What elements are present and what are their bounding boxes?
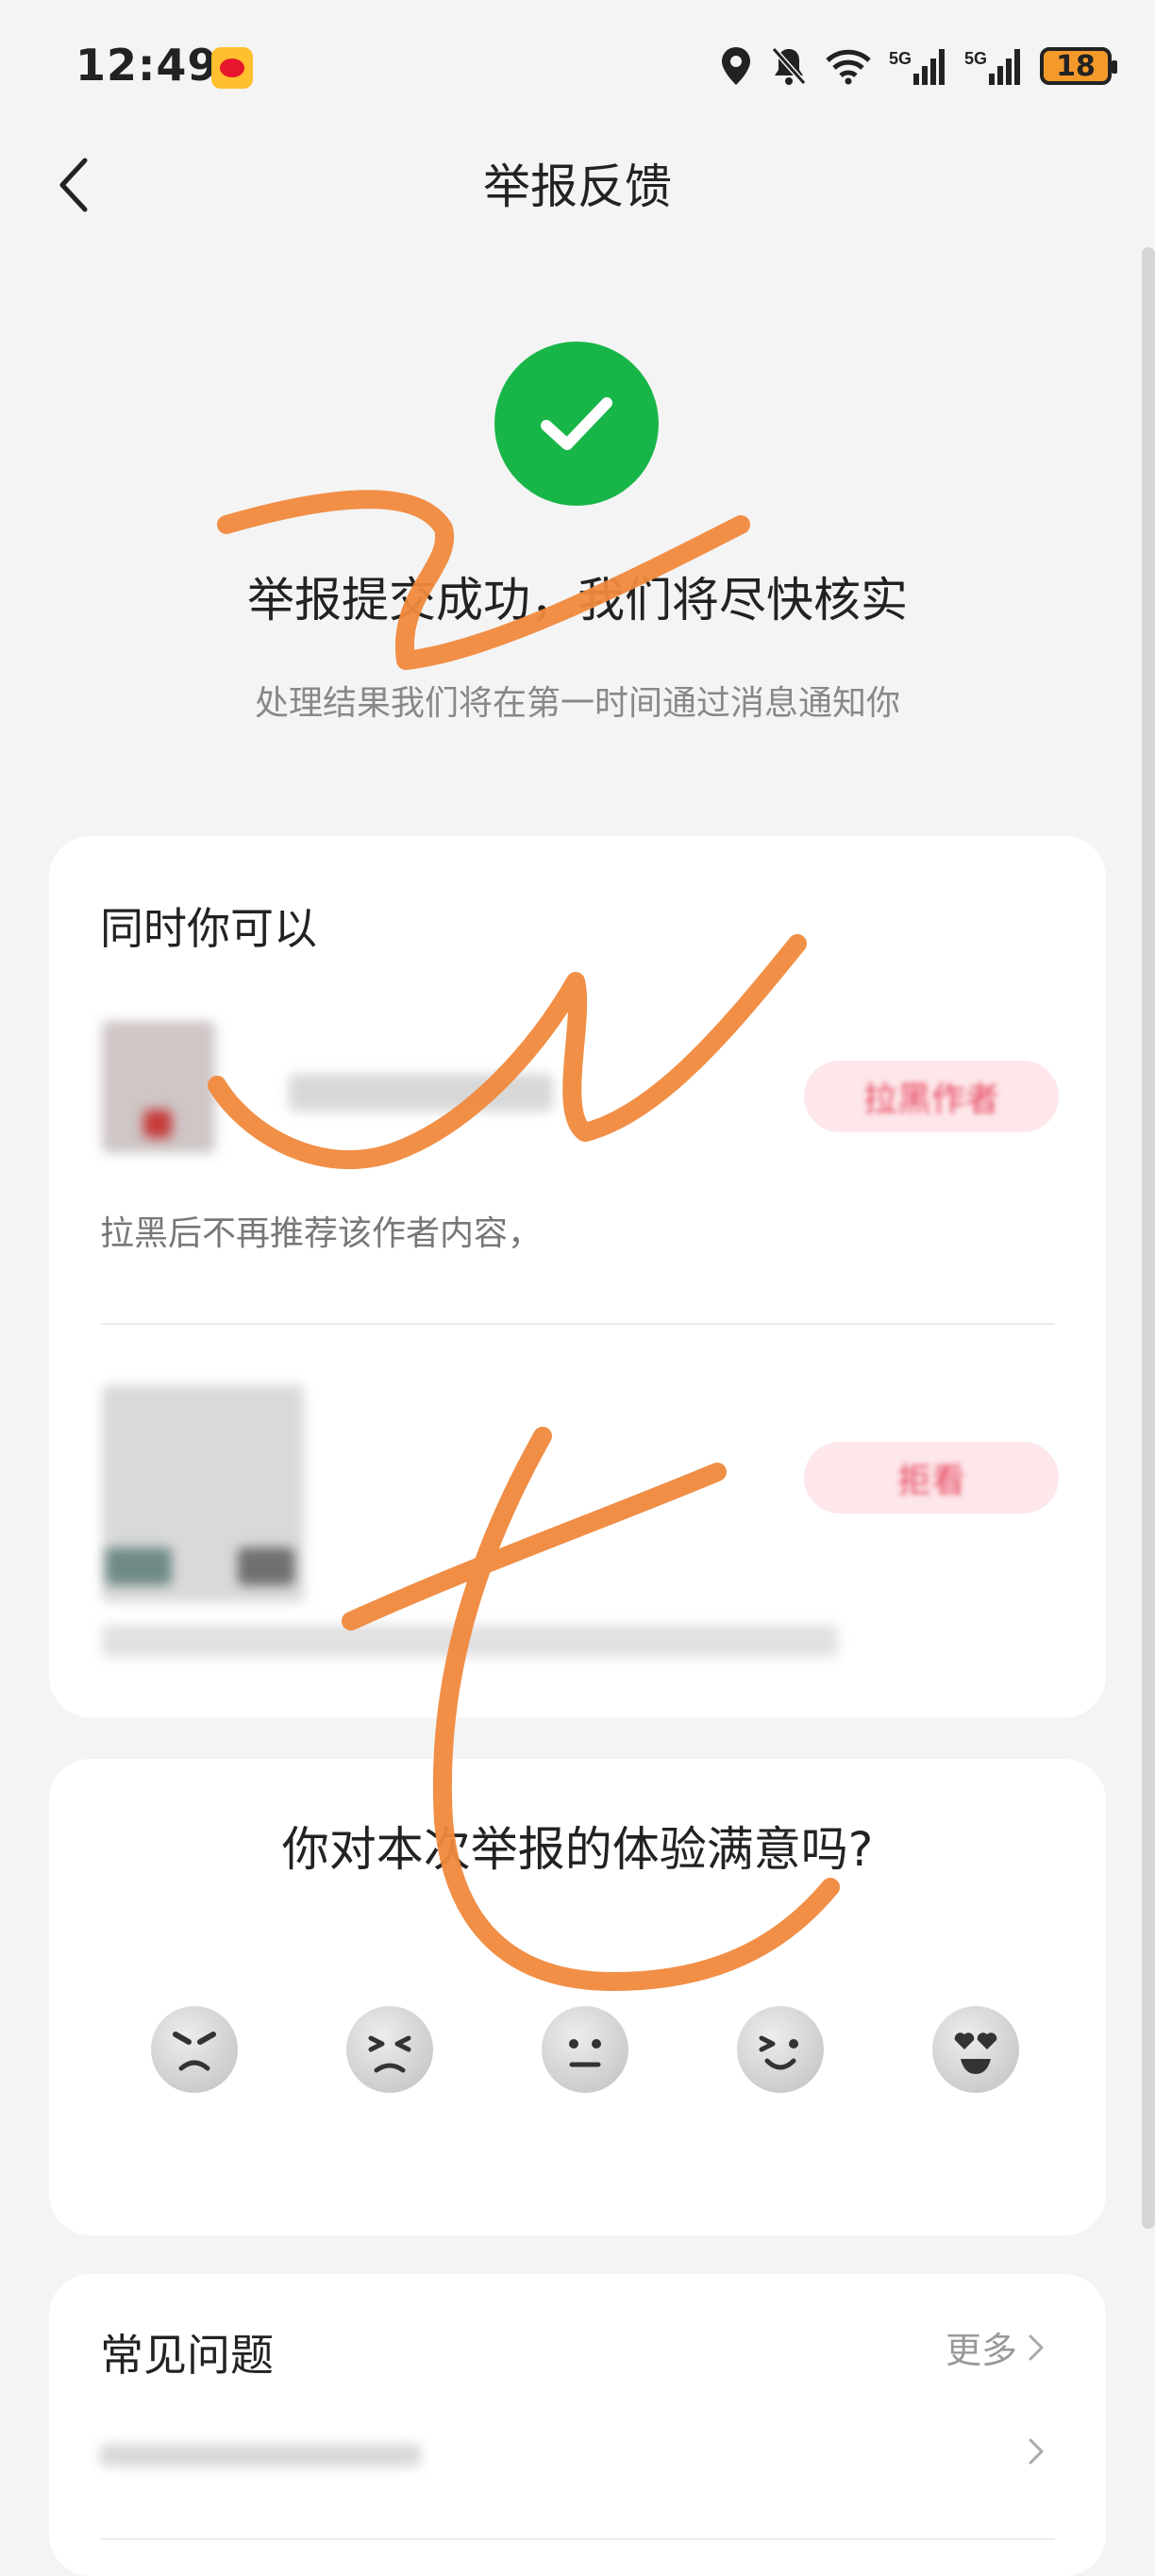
svg-text:5G: 5G (964, 49, 987, 68)
battery-icon: 18 (1040, 47, 1117, 85)
wifi-icon (826, 49, 871, 85)
faq-item-text (100, 2444, 421, 2467)
svg-text:5G: 5G (889, 49, 912, 68)
faq-item[interactable] (100, 2416, 1055, 2491)
chevron-right-icon (1029, 2438, 1044, 2465)
satisfied-face-icon[interactable] (737, 2006, 824, 2093)
success-title: 举报提交成功，我们将尽快核实 (247, 573, 908, 627)
reject-content-label: 拒看 (896, 1462, 965, 1500)
thumbnail-detail-2 (238, 1547, 294, 1585)
page-title: 举报反馈 (483, 159, 672, 214)
faq-title: 常见问题 (100, 2330, 274, 2381)
chevron-right-icon (1029, 2334, 1044, 2360)
block-author-label: 拉黑作者 (862, 1080, 999, 1119)
scrollbar[interactable] (1142, 247, 1155, 2229)
signal-5g-icon-2: 5G (964, 49, 1020, 85)
very-unsatisfied-face-icon[interactable] (151, 2006, 238, 2093)
reject-content-button[interactable]: 拒看 (804, 1442, 1059, 1514)
thumbnail-detail (106, 1547, 172, 1585)
unsatisfied-face-icon[interactable] (346, 2006, 433, 2093)
mute-bell-icon (771, 47, 807, 85)
divider (100, 1323, 1055, 1325)
success-subtitle: 处理结果我们将在第一时间通过消息通知你 (254, 684, 900, 723)
signal-5g-icon: 5G (889, 49, 945, 85)
avatar-detail (143, 1110, 172, 1138)
blurred-text (525, 1214, 830, 1253)
neutral-face-icon[interactable] (542, 2006, 628, 2093)
status-time: 12:49 (75, 40, 219, 91)
divider (100, 2538, 1055, 2540)
block-author-desc-text: 拉黑后不再推荐该作者内容， (100, 1214, 526, 1253)
weibo-notification-icon (211, 47, 253, 89)
faq-more-link[interactable]: 更多 (946, 2321, 1046, 2373)
status-icons: 5G 5G 18 (719, 38, 1117, 94)
location-icon (722, 47, 750, 85)
author-name (289, 1074, 553, 1112)
rating-options (151, 2006, 1019, 2093)
status-bar: 12:49 5G 5G 18 (0, 0, 1155, 132)
success-check-icon (494, 342, 659, 506)
faq-card: 常见问题 更多 (49, 2274, 1106, 2576)
actions-title: 同时你可以 (100, 903, 317, 954)
block-author-button[interactable]: 拉黑作者 (804, 1061, 1059, 1132)
very-satisfied-face-icon[interactable] (932, 2006, 1019, 2093)
content-desc (102, 1625, 838, 1657)
block-author-desc: 拉黑后不再推荐该作者内容， (100, 1206, 830, 1255)
actions-card: 同时你可以 拉黑作者 拉黑后不再推荐该作者内容， 拒看 (49, 836, 1106, 1717)
survey-question: 你对本次举报的体验满意吗? (281, 1822, 874, 1877)
survey-card: 你对本次举报的体验满意吗? (49, 1759, 1106, 2235)
faq-more-label: 更多 (945, 2330, 1017, 2371)
